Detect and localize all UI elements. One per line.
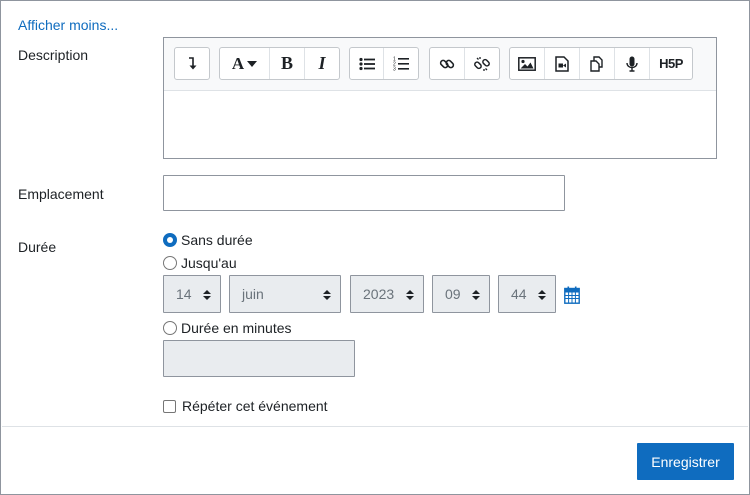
form-panel: Afficher moins... Description A B I 1 2 … bbox=[0, 0, 750, 495]
image-icon bbox=[518, 56, 536, 71]
media-icon bbox=[555, 55, 569, 72]
toolbar-group-format: A B I bbox=[219, 47, 340, 80]
font-style-icon: A bbox=[231, 53, 245, 73]
unlink-button[interactable] bbox=[465, 48, 499, 79]
editor-toolbar: A B I 1 2 3 H5P bbox=[164, 38, 716, 91]
year-select[interactable]: 2023 bbox=[350, 275, 424, 313]
link-icon bbox=[439, 59, 455, 68]
expand-toolbar-button[interactable] bbox=[175, 48, 209, 79]
radio-duration-minutes[interactable]: Durée en minutes bbox=[163, 320, 292, 336]
media-button[interactable] bbox=[545, 48, 580, 79]
radio-no-duration[interactable]: Sans durée bbox=[163, 232, 253, 248]
minute-value: 44 bbox=[511, 286, 527, 302]
manage-files-button[interactable] bbox=[580, 48, 615, 79]
select-arrows-icon bbox=[323, 290, 331, 300]
radio-label: Jusqu'au bbox=[181, 255, 237, 271]
location-input[interactable] bbox=[163, 175, 565, 211]
bold-icon: B bbox=[280, 53, 293, 73]
repeat-event-label: Répéter cet événement bbox=[182, 398, 328, 414]
unordered-list-icon bbox=[358, 57, 375, 70]
record-audio-button[interactable] bbox=[615, 48, 650, 79]
radio-button[interactable] bbox=[163, 321, 177, 335]
save-button[interactable]: Enregistrer bbox=[637, 443, 734, 480]
radio-button-checked[interactable] bbox=[163, 233, 177, 247]
day-select[interactable]: 14 bbox=[163, 275, 221, 313]
font-style-button[interactable]: A bbox=[220, 48, 270, 79]
toolbar-group-lists: 1 2 3 bbox=[349, 47, 419, 80]
month-select[interactable]: juin bbox=[229, 275, 341, 313]
description-label: Description bbox=[18, 47, 89, 63]
toolbar-group-media: H5P bbox=[509, 47, 693, 80]
day-value: 14 bbox=[176, 286, 192, 302]
radio-label: Sans durée bbox=[181, 232, 253, 248]
expand-toolbar-icon bbox=[189, 56, 197, 69]
calendar-icon[interactable] bbox=[564, 286, 580, 304]
description-editor: A B I 1 2 3 H5P bbox=[163, 37, 717, 159]
year-value: 2023 bbox=[363, 286, 395, 302]
show-less-link[interactable]: Afficher moins... bbox=[18, 17, 118, 33]
select-arrows-icon bbox=[538, 290, 546, 300]
select-arrows-icon bbox=[406, 290, 414, 300]
h5p-button[interactable]: H5P bbox=[650, 48, 692, 79]
h5p-icon: H5P bbox=[659, 56, 683, 71]
bold-button[interactable]: B bbox=[270, 48, 305, 79]
manage-files-icon bbox=[590, 55, 603, 72]
record-audio-icon bbox=[626, 56, 638, 72]
duration-minutes-input[interactable] bbox=[163, 340, 355, 377]
repeat-event-checkbox[interactable] bbox=[163, 399, 176, 413]
description-textarea[interactable] bbox=[164, 91, 716, 158]
radio-until[interactable]: Jusqu'au bbox=[163, 255, 237, 271]
toolbar-group-expand bbox=[174, 47, 210, 80]
location-label: Emplacement bbox=[18, 186, 104, 202]
unlink-icon bbox=[474, 56, 490, 71]
chevron-down-icon bbox=[247, 60, 258, 67]
minute-select[interactable]: 44 bbox=[498, 275, 556, 313]
hour-value: 09 bbox=[445, 286, 461, 302]
italic-button[interactable]: I bbox=[305, 48, 339, 79]
svg-text:3: 3 bbox=[393, 67, 396, 72]
radio-button[interactable] bbox=[163, 256, 177, 270]
unordered-list-button[interactable] bbox=[350, 48, 384, 79]
duration-label: Durée bbox=[18, 239, 57, 255]
ordered-list-icon: 1 2 3 bbox=[393, 57, 409, 72]
image-button[interactable] bbox=[510, 48, 545, 79]
month-value: juin bbox=[242, 286, 264, 302]
select-arrows-icon bbox=[203, 290, 211, 300]
ordered-list-button[interactable]: 1 2 3 bbox=[384, 48, 418, 79]
footer-divider bbox=[2, 426, 748, 427]
link-button[interactable] bbox=[430, 48, 465, 79]
repeat-event-checkbox-row[interactable]: Répéter cet événement bbox=[163, 398, 328, 414]
select-arrows-icon bbox=[472, 290, 480, 300]
hour-select[interactable]: 09 bbox=[432, 275, 490, 313]
toolbar-group-links bbox=[429, 47, 500, 80]
radio-label: Durée en minutes bbox=[181, 320, 292, 336]
italic-icon: I bbox=[318, 53, 326, 73]
